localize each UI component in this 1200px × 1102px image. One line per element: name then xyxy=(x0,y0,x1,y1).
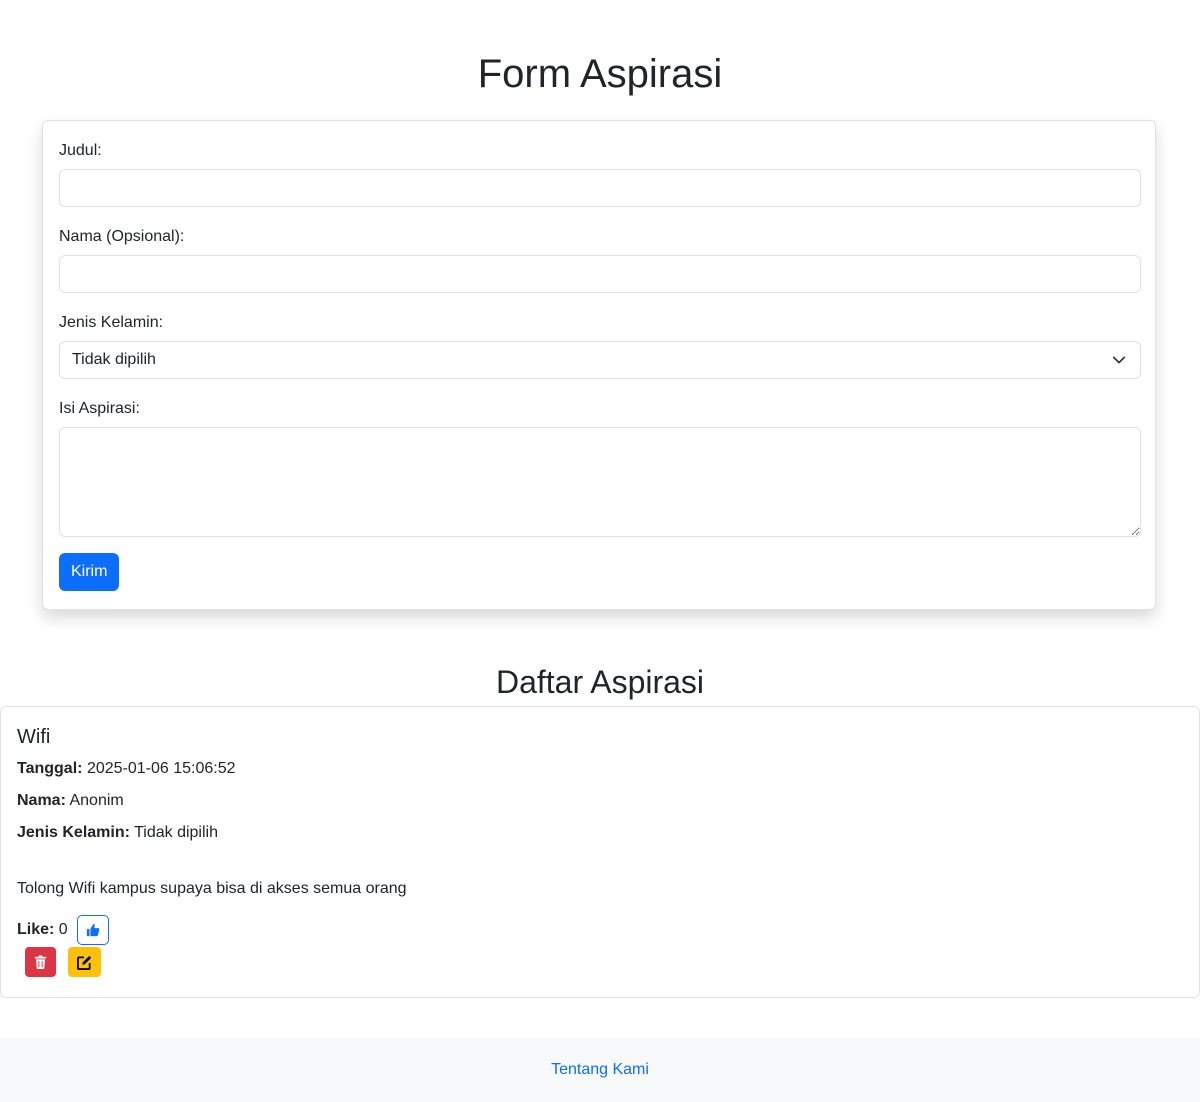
jenis-kelamin-value: Tidak dipilih xyxy=(134,824,218,841)
form-title: Form Aspirasi xyxy=(477,52,723,96)
judul-input[interactable] xyxy=(59,169,1141,207)
isi-aspirasi-label: Isi Aspirasi: xyxy=(59,400,140,417)
tanggal-label: Tanggal: xyxy=(17,760,83,777)
jenis-kelamin-select[interactable]: Tidak dipilih xyxy=(59,341,1141,379)
isi-aspirasi-textarea[interactable] xyxy=(59,427,1141,537)
tanggal-value: 2025-01-06 15:06:52 xyxy=(86,760,236,777)
list-title: Daftar Aspirasi xyxy=(495,664,705,700)
nama-row: Nama: Anonim xyxy=(17,790,124,812)
nama-row-label: Nama: xyxy=(17,792,66,809)
jenis-kelamin-label: Jenis Kelamin: xyxy=(59,314,164,331)
thumbs-up-icon xyxy=(86,924,100,937)
nama-value: Anonim xyxy=(69,792,124,809)
jenis-kelamin-selected-value: Tidak dipilih xyxy=(72,351,156,368)
chevron-down-icon xyxy=(1112,356,1126,364)
edit-icon xyxy=(77,955,92,970)
like-row: Like: 0 xyxy=(17,919,68,941)
jenis-kelamin-row: Jenis Kelamin: Tidak dipilih xyxy=(17,822,218,844)
kirim-button[interactable]: Kirim xyxy=(59,553,120,591)
like-button[interactable] xyxy=(77,915,109,945)
jenis-kelamin-row-label: Jenis Kelamin: xyxy=(17,824,130,841)
like-label: Like: xyxy=(17,921,55,938)
page: Form Aspirasi Judul: Nama (Opsional): Je… xyxy=(0,0,1200,1102)
aspiration-card: Wifi Tanggal: 2025-01-06 15:06:52 Nama: … xyxy=(0,706,1200,998)
delete-button[interactable] xyxy=(25,947,56,977)
judul-label: Judul: xyxy=(59,142,102,159)
like-count: 0 xyxy=(58,921,68,938)
aspiration-content: Tolong Wifi kampus supaya bisa di akses … xyxy=(17,880,407,897)
aspiration-form: Judul: Nama (Opsional): Jenis Kelamin: T… xyxy=(42,120,1156,610)
edit-button[interactable] xyxy=(68,947,101,977)
nama-input[interactable] xyxy=(59,255,1141,293)
footer: Tentang Kami xyxy=(0,1038,1200,1102)
tentang-kami-link[interactable]: Tentang Kami xyxy=(551,1061,649,1079)
trash-icon xyxy=(34,955,47,969)
tanggal-row: Tanggal: 2025-01-06 15:06:52 xyxy=(17,758,236,780)
aspiration-title: Wifi xyxy=(17,726,51,748)
nama-label: Nama (Opsional): xyxy=(59,228,185,245)
